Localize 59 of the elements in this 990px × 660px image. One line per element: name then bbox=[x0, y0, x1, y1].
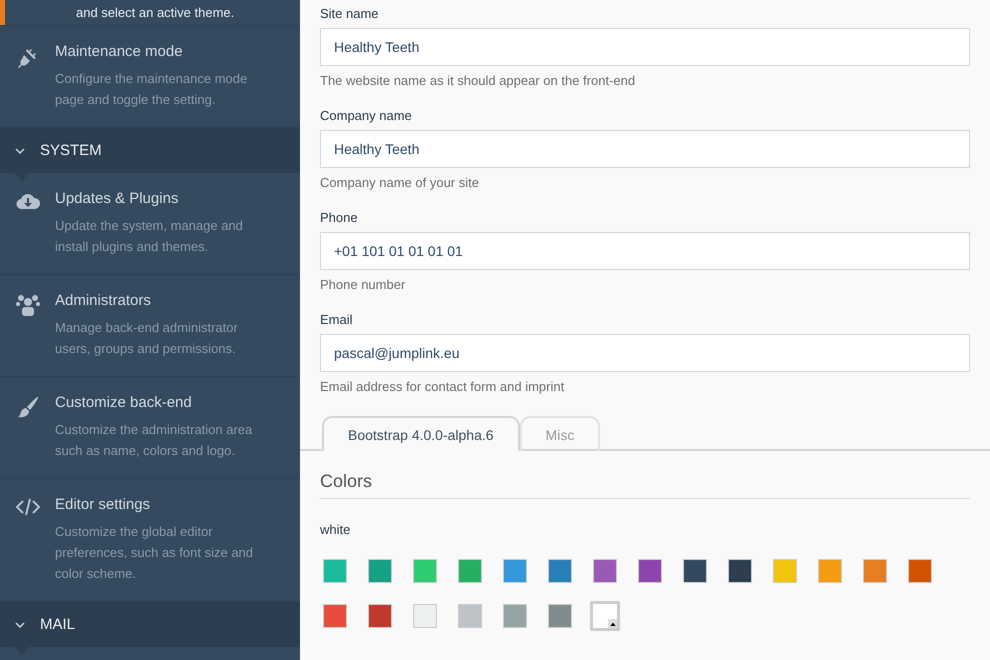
settings-item[interactable]: and select an active theme. bbox=[0, 0, 300, 26]
field-label: Company name bbox=[320, 108, 413, 125]
color-swatch[interactable] bbox=[548, 604, 572, 628]
color-swatch[interactable] bbox=[728, 559, 752, 583]
users-icon bbox=[16, 294, 40, 316]
help-text: The website name as it should appear on the front-end bbox=[320, 73, 636, 88]
section-header[interactable]: SYSTEM bbox=[0, 128, 300, 173]
section-header[interactable]: MAIL bbox=[0, 602, 300, 647]
chevron-down-icon bbox=[15, 622, 25, 628]
color-swatch[interactable] bbox=[638, 559, 662, 583]
cloud-download-icon bbox=[16, 192, 40, 210]
color-swatch[interactable] bbox=[413, 559, 437, 583]
color-swatch[interactable] bbox=[413, 604, 437, 628]
color-swatch[interactable] bbox=[368, 559, 392, 583]
item-description: Update the system, manage and install plugins and themes. bbox=[55, 217, 244, 256]
color-swatch[interactable] bbox=[323, 604, 347, 628]
item-title: Maintenance mode bbox=[55, 43, 184, 60]
item-description: and select an active theme. bbox=[75, 4, 234, 22]
color-swatch[interactable] bbox=[458, 559, 482, 583]
color-swatch[interactable] bbox=[368, 604, 392, 628]
color-swatch[interactable] bbox=[908, 559, 932, 583]
color-swatch[interactable] bbox=[503, 559, 527, 583]
field-label: Email bbox=[320, 312, 354, 329]
color-swatch[interactable] bbox=[773, 559, 797, 583]
help-text: Phone number bbox=[320, 277, 406, 292]
color-swatch[interactable] bbox=[683, 559, 707, 583]
item-title: Customize back-end bbox=[55, 394, 193, 411]
item-title: Editor settings bbox=[55, 496, 152, 513]
item-description: Customize the global editor preferences, such as font size and color scheme. bbox=[55, 523, 254, 583]
item-description: Manage back-end administrator users, groups and permissions. bbox=[55, 319, 239, 358]
tab[interactable]: Bootstrap 4.0.0-alpha.6 bbox=[322, 416, 520, 451]
help-text: Email address for contact form and imprint bbox=[320, 379, 566, 394]
color-swatch[interactable] bbox=[593, 559, 617, 583]
text-input[interactable]: pascal@jumplink.eu bbox=[320, 334, 970, 372]
help-text: Company name of your site bbox=[320, 175, 480, 190]
color-label: white bbox=[320, 522, 352, 537]
caret-icon bbox=[608, 619, 617, 628]
field-label: Site name bbox=[320, 6, 380, 23]
item-description: Configure the maintenance mode page and toggle the setting. bbox=[55, 70, 248, 109]
text-input[interactable]: +01 101 01 01 01 01 bbox=[320, 232, 970, 270]
section-title: MAIL bbox=[40, 616, 76, 633]
section-heading: Colors bbox=[320, 471, 970, 499]
chevron-down-icon bbox=[15, 148, 25, 154]
color-swatch[interactable] bbox=[503, 604, 527, 628]
item-description: Customize the administration area such as name, colors and logo. bbox=[55, 421, 254, 460]
text-input[interactable]: Healthy Teeth bbox=[320, 130, 970, 168]
item-title: Updates & Plugins bbox=[55, 190, 180, 207]
color-swatch[interactable] bbox=[818, 559, 842, 583]
item-title: Administrators bbox=[55, 292, 152, 309]
color-swatch[interactable] bbox=[590, 601, 620, 631]
text-input[interactable]: Healthy Teeth bbox=[320, 28, 970, 66]
color-swatch[interactable] bbox=[863, 559, 887, 583]
code-icon bbox=[16, 498, 40, 516]
color-swatch[interactable] bbox=[323, 559, 347, 583]
color-swatch[interactable] bbox=[458, 604, 482, 628]
section-title: SYSTEM bbox=[40, 142, 102, 159]
field-label: Phone bbox=[320, 210, 359, 227]
color-swatch[interactable] bbox=[548, 559, 572, 583]
paintbrush-icon bbox=[16, 396, 40, 420]
